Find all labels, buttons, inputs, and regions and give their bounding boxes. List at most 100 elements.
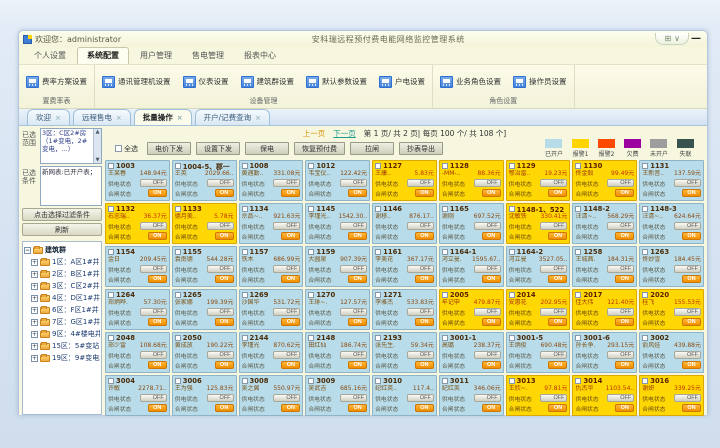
tree-item[interactable]: +9区：4#楼电井（4.. bbox=[24, 328, 100, 340]
breaker-on-button[interactable]: ON bbox=[148, 275, 167, 283]
meter-checkbox[interactable] bbox=[642, 163, 648, 169]
meter-checkbox[interactable] bbox=[108, 249, 114, 255]
meter-checkbox[interactable] bbox=[442, 206, 448, 212]
meter-checkbox[interactable] bbox=[442, 292, 448, 298]
menu-item-系统配置[interactable]: 系统配置 bbox=[77, 47, 129, 64]
menu-item-报表中心[interactable]: 报表中心 bbox=[235, 48, 285, 64]
meter-checkbox[interactable] bbox=[509, 249, 515, 255]
supply-off-button[interactable]: OFF bbox=[340, 394, 367, 402]
meter-checkbox[interactable] bbox=[575, 249, 581, 255]
breaker-on-button[interactable]: ON bbox=[348, 189, 367, 197]
supply-off-button[interactable]: OFF bbox=[273, 265, 300, 273]
next-page-link[interactable]: 下一页 bbox=[333, 128, 356, 139]
toolbar-button-恢复预付费[interactable]: 恢复预付费 bbox=[294, 142, 345, 155]
meter-checkbox[interactable] bbox=[442, 163, 448, 169]
meter-checkbox[interactable] bbox=[442, 378, 448, 384]
meter-checkbox[interactable] bbox=[375, 163, 381, 169]
tab-远程售电[interactable]: 远程售电× bbox=[73, 109, 131, 125]
breaker-on-button[interactable]: ON bbox=[615, 189, 634, 197]
meter-checkbox[interactable] bbox=[175, 206, 181, 212]
supply-off-button[interactable]: OFF bbox=[407, 308, 434, 316]
supply-off-button[interactable]: OFF bbox=[273, 308, 300, 316]
expand-icon[interactable]: + bbox=[31, 307, 38, 314]
expand-icon[interactable]: + bbox=[31, 331, 38, 338]
meter-checkbox[interactable] bbox=[575, 163, 581, 169]
supply-off-button[interactable]: OFF bbox=[340, 308, 367, 316]
toolbar-button-保电[interactable]: 保电 bbox=[245, 142, 289, 155]
breaker-on-button[interactable]: ON bbox=[415, 189, 434, 197]
close-icon[interactable]: × bbox=[116, 114, 122, 122]
tree-item[interactable]: +3区：C区2#井（1.. bbox=[24, 280, 100, 292]
supply-off-button[interactable]: OFF bbox=[540, 394, 567, 402]
breaker-on-button[interactable]: ON bbox=[148, 404, 167, 412]
supply-off-button[interactable]: OFF bbox=[340, 222, 367, 230]
supply-off-button[interactable]: OFF bbox=[407, 265, 434, 273]
meter-checkbox[interactable] bbox=[175, 292, 181, 298]
meter-checkbox[interactable] bbox=[442, 249, 448, 255]
supply-off-button[interactable]: OFF bbox=[407, 394, 434, 402]
breaker-on-button[interactable]: ON bbox=[482, 189, 501, 197]
expand-icon[interactable]: + bbox=[31, 283, 38, 290]
meter-checkbox[interactable] bbox=[175, 163, 181, 169]
supply-off-button[interactable]: OFF bbox=[273, 222, 300, 230]
supply-off-button[interactable]: OFF bbox=[207, 265, 234, 273]
supply-off-button[interactable]: OFF bbox=[540, 308, 567, 316]
window-controls[interactable]: ⊞ ∨ bbox=[655, 33, 689, 45]
breaker-on-button[interactable]: ON bbox=[215, 275, 234, 283]
tree-item[interactable]: +6区：F区1#井（F.. bbox=[24, 304, 100, 316]
ribbon-button-仪表设置[interactable]: 仪表设置 bbox=[180, 74, 232, 90]
meter-checkbox[interactable] bbox=[308, 206, 314, 212]
expand-icon[interactable]: + bbox=[31, 271, 38, 278]
meter-checkbox[interactable] bbox=[242, 206, 248, 212]
toolbar-button-抄表导出[interactable]: 抄表导出 bbox=[399, 142, 443, 155]
breaker-on-button[interactable]: ON bbox=[682, 275, 701, 283]
scroll-up-icon[interactable]: ▲ bbox=[96, 129, 100, 135]
supply-off-button[interactable]: OFF bbox=[140, 308, 167, 316]
ribbon-button-户电设置[interactable]: 户电设置 bbox=[376, 74, 428, 90]
meter-checkbox[interactable] bbox=[642, 292, 648, 298]
breaker-on-button[interactable]: ON bbox=[615, 404, 634, 412]
supply-off-button[interactable]: OFF bbox=[407, 351, 434, 359]
tab-开户/记费查询[interactable]: 开户/记费查询× bbox=[195, 109, 270, 125]
minimize-icon[interactable]: — bbox=[691, 33, 701, 44]
supply-off-button[interactable]: OFF bbox=[407, 222, 434, 230]
menu-item-售电管理[interactable]: 售电管理 bbox=[183, 48, 233, 64]
close-icon[interactable]: × bbox=[255, 114, 261, 122]
breaker-on-button[interactable]: ON bbox=[215, 318, 234, 326]
meter-checkbox[interactable] bbox=[242, 292, 248, 298]
meter-checkbox[interactable] bbox=[575, 335, 581, 341]
tree-item[interactable]: +7区：G区1#井 bbox=[24, 316, 100, 328]
breaker-on-button[interactable]: ON bbox=[281, 404, 300, 412]
supply-off-button[interactable]: OFF bbox=[540, 222, 567, 230]
supply-off-button[interactable]: OFF bbox=[474, 265, 501, 273]
supply-off-button[interactable]: OFF bbox=[140, 179, 167, 187]
tree-item[interactable]: +2区：B区1#井(B区.. bbox=[24, 268, 100, 280]
expand-icon[interactable]: + bbox=[31, 295, 38, 302]
breaker-on-button[interactable]: ON bbox=[415, 404, 434, 412]
supply-off-button[interactable]: OFF bbox=[474, 351, 501, 359]
breaker-on-button[interactable]: ON bbox=[148, 189, 167, 197]
ribbon-button-费率方案设置[interactable]: 费率方案设置 bbox=[23, 74, 90, 90]
meter-checkbox[interactable] bbox=[242, 163, 248, 169]
tree-item[interactable]: +19区：9#变电站（.. bbox=[24, 352, 100, 364]
menu-item-用户管理[interactable]: 用户管理 bbox=[131, 48, 181, 64]
supply-off-button[interactable]: OFF bbox=[207, 179, 234, 187]
breaker-on-button[interactable]: ON bbox=[548, 361, 567, 369]
expand-icon[interactable]: + bbox=[31, 355, 38, 362]
supply-off-button[interactable]: OFF bbox=[540, 179, 567, 187]
meter-checkbox[interactable] bbox=[642, 249, 648, 255]
supply-off-button[interactable]: OFF bbox=[540, 351, 567, 359]
supply-off-button[interactable]: OFF bbox=[474, 222, 501, 230]
meter-checkbox[interactable] bbox=[108, 292, 114, 298]
supply-off-button[interactable]: OFF bbox=[273, 394, 300, 402]
breaker-on-button[interactable]: ON bbox=[348, 361, 367, 369]
supply-off-button[interactable]: OFF bbox=[474, 394, 501, 402]
menu-item-个人设置[interactable]: 个人设置 bbox=[25, 48, 75, 64]
restore-icon[interactable]: ⊞ bbox=[664, 34, 671, 43]
breaker-on-button[interactable]: ON bbox=[348, 275, 367, 283]
supply-off-button[interactable]: OFF bbox=[540, 265, 567, 273]
supply-off-button[interactable]: OFF bbox=[674, 222, 701, 230]
supply-off-button[interactable]: OFF bbox=[340, 179, 367, 187]
meter-checkbox[interactable] bbox=[175, 249, 181, 255]
expand-icon[interactable]: + bbox=[31, 319, 38, 326]
